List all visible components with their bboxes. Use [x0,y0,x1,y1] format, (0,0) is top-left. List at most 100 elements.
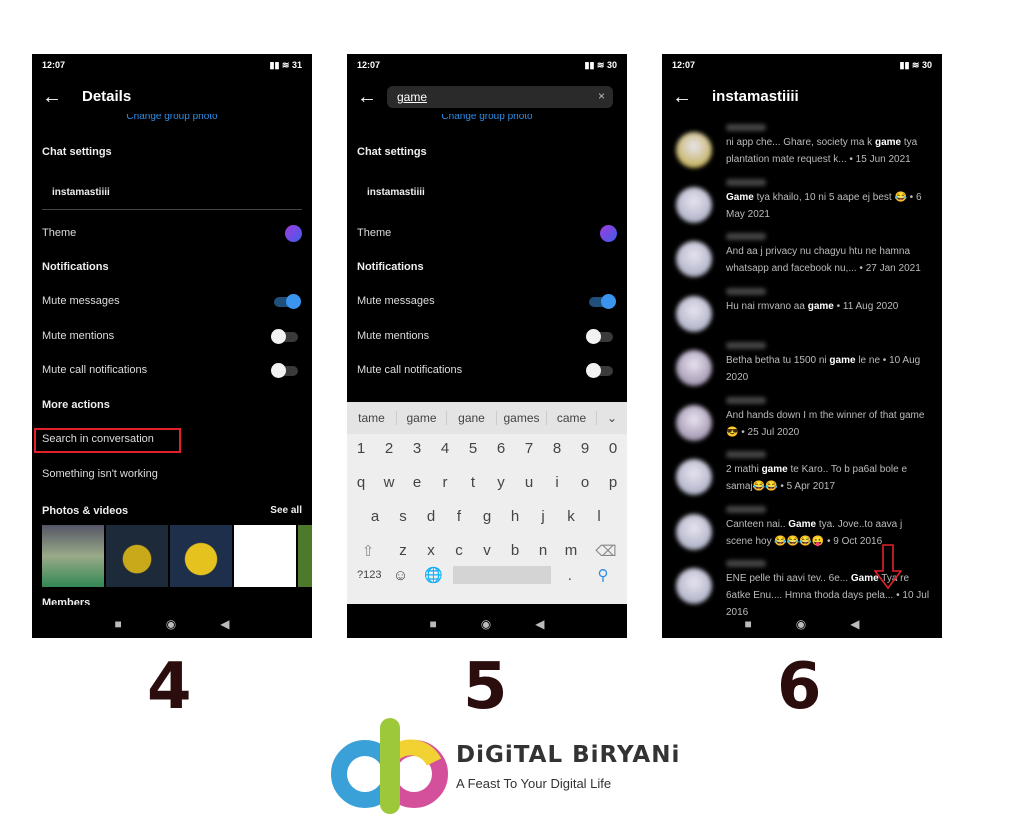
step-number: 4 [147,650,192,724]
search-result-item[interactable]: Hu nai rmvano aa game • 11 Aug 2020 [662,287,942,342]
key[interactable]: 1 [347,440,375,457]
search-input[interactable]: game × [387,86,613,108]
suggestion-item[interactable]: games [497,411,547,425]
group-name-field[interactable]: instamastiiii [52,187,110,198]
something-wrong-item[interactable]: Something isn't working [42,468,158,480]
key[interactable]: g [473,508,501,525]
suggestion-item[interactable]: gane [447,411,497,425]
match-highlight: game [829,355,856,366]
mute-mentions-toggle[interactable] [586,329,613,344]
mute-messages-toggle[interactable] [274,294,301,309]
mute-messages-toggle[interactable] [589,294,616,309]
key[interactable]: z [389,542,417,560]
recents-icon[interactable]: ■ [745,617,752,631]
key[interactable]: d [417,508,445,525]
change-group-photo-link[interactable]: Change group photo [32,114,312,122]
theme-item[interactable]: Theme [42,227,76,239]
key[interactable]: 9 [571,440,599,457]
back-arrow-icon[interactable]: ← [672,86,692,108]
key[interactable]: 3 [403,440,431,457]
home-icon[interactable]: ◉ [166,617,176,631]
mute-mentions-toggle[interactable] [271,329,298,344]
search-result-item[interactable]: 2 mathi game te Karo.. To b pa6al bole e… [662,451,942,505]
match-highlight: game [874,137,902,148]
key[interactable]: 7 [515,440,543,457]
key[interactable]: l [585,508,613,525]
photo-thumbnail[interactable] [298,525,312,587]
page-title: Details [82,88,132,105]
key[interactable]: q [347,474,375,491]
key[interactable]: p [599,474,627,491]
key[interactable]: o [571,474,599,491]
search-result-item[interactable]: ni app che... Ghare, society ma k game t… [662,124,942,178]
key[interactable]: n [529,542,557,560]
change-group-photo-link[interactable]: Change group photo [347,114,627,122]
key[interactable]: ⌫ [585,542,627,560]
search-icon[interactable]: ⚲ [589,566,617,584]
key[interactable]: y [487,474,515,491]
key[interactable]: 6 [487,440,515,457]
see-all-link[interactable]: See all [270,505,302,516]
phone-search-screen: 12:07 ▮▮ ≋ 30 ← game × Change group photo … [347,54,627,638]
key[interactable]: h [501,508,529,525]
key[interactable]: b [501,542,529,560]
key[interactable]: k [557,508,585,525]
key[interactable]: v [473,542,501,560]
search-result-item[interactable]: And aa j privacy nu chagyu htu ne hamna … [662,233,942,287]
mute-calls-toggle[interactable] [271,363,298,378]
key[interactable]: f [445,508,473,525]
emoji-key[interactable]: ☺ [387,567,415,584]
space-key[interactable] [452,566,551,584]
suggestion-item[interactable]: came [547,411,597,425]
suggestion-item[interactable]: tame [347,411,397,425]
photo-thumbnail[interactable] [106,525,168,587]
group-name-field[interactable]: instamastiiii [367,187,425,198]
clear-icon[interactable]: × [598,89,605,103]
photo-thumbnail[interactable] [42,525,104,587]
back-nav-icon[interactable]: ◀ [850,617,859,631]
theme-color-swatch[interactable] [600,225,617,242]
expand-suggestions-icon[interactable]: ⌄ [597,411,627,425]
key[interactable]: m [557,542,585,560]
symbols-key[interactable]: ?123 [357,569,381,581]
search-result-item[interactable]: Betha betha tu 1500 ni game le ne • 10 A… [662,342,942,396]
home-icon[interactable]: ◉ [481,617,491,631]
key[interactable]: c [445,542,473,560]
back-arrow-icon[interactable]: ← [42,86,62,108]
key[interactable]: x [417,542,445,560]
photo-thumbnail[interactable] [234,525,296,587]
avatar [676,241,712,277]
theme-item[interactable]: Theme [357,227,391,239]
key[interactable]: a [361,508,389,525]
step-number: 5 [463,650,508,724]
suggestion-item[interactable]: game [397,411,447,425]
theme-color-swatch[interactable] [285,225,302,242]
key[interactable]: 5 [459,440,487,457]
key[interactable]: i [543,474,571,491]
key[interactable]: 8 [543,440,571,457]
key[interactable]: t [459,474,487,491]
search-result-item[interactable]: Game tya khailo, 10 ni 5 aape ej best 😂 … [662,178,942,233]
recents-icon[interactable]: ■ [430,617,437,631]
back-nav-icon[interactable]: ◀ [535,617,544,631]
recents-icon[interactable]: ■ [115,617,122,631]
back-arrow-icon[interactable]: ← [357,86,377,108]
key[interactable]: e [403,474,431,491]
key[interactable]: w [375,474,403,491]
home-icon[interactable]: ◉ [796,617,806,631]
key[interactable]: j [529,508,557,525]
key[interactable]: s [389,508,417,525]
period-key[interactable]: . [556,567,584,584]
mute-calls-toggle[interactable] [586,363,613,378]
key[interactable]: r [431,474,459,491]
key[interactable]: 0 [599,440,627,457]
search-query: game [397,90,428,104]
back-nav-icon[interactable]: ◀ [220,617,229,631]
key[interactable]: 2 [375,440,403,457]
key[interactable]: u [515,474,543,491]
photo-thumbnail[interactable] [170,525,232,587]
globe-icon[interactable]: 🌐 [420,566,448,584]
search-result-item[interactable]: And hands down I m the winner of that ga… [662,396,942,451]
key[interactable]: ⇧ [347,542,389,560]
key[interactable]: 4 [431,440,459,457]
